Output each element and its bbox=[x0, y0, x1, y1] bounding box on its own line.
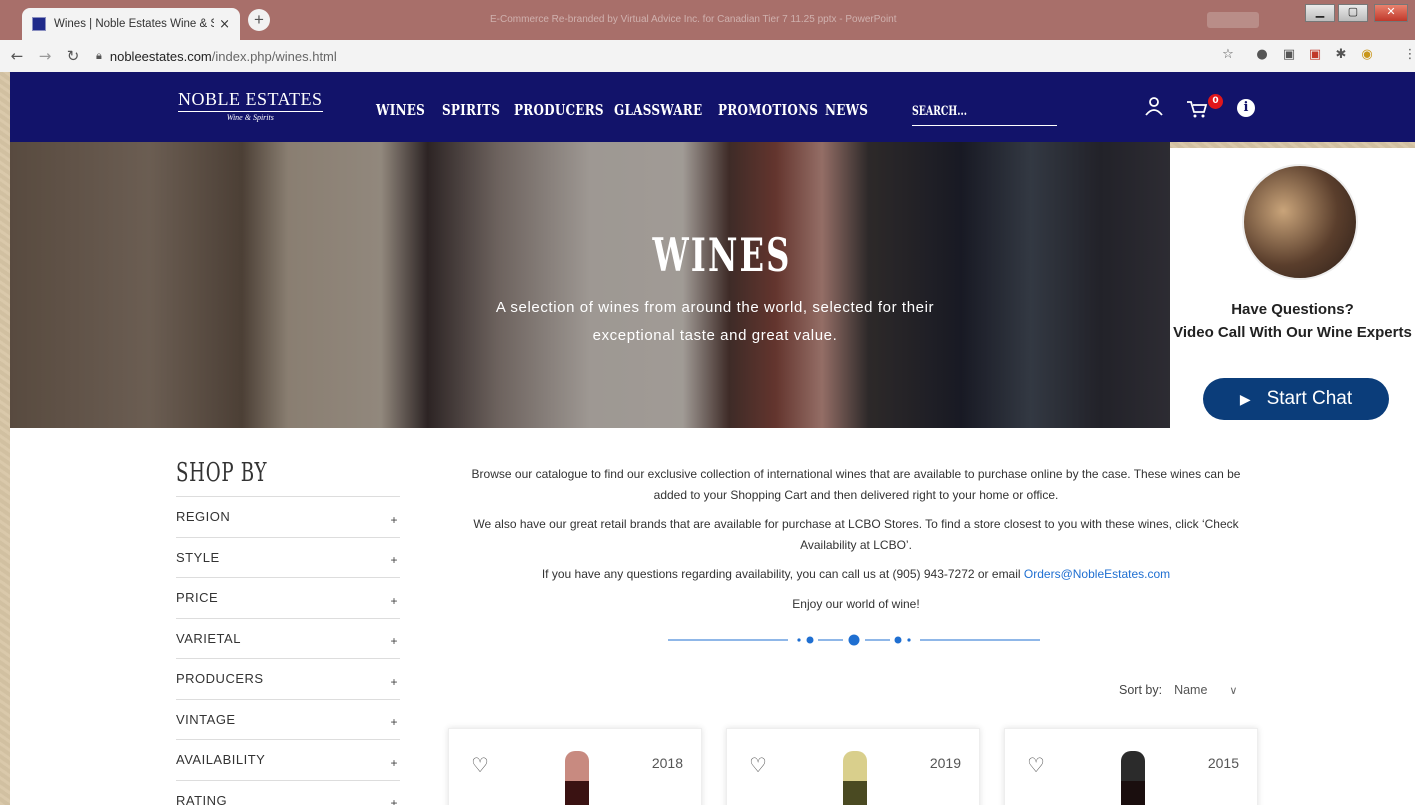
filter-list: REGION + STYLE + PRICE + VARIETAL + PRODUCER… bbox=[176, 496, 400, 805]
nav-glassware[interactable]: GLASSWARE bbox=[614, 101, 702, 119]
favicon-icon bbox=[32, 17, 46, 31]
intro-paragraph: Browse our catalogue to find our exclusi… bbox=[471, 467, 1241, 502]
expand-icon: + bbox=[390, 715, 398, 730]
expand-icon: + bbox=[390, 634, 398, 649]
forward-icon[interactable]: → bbox=[34, 47, 56, 65]
address-bar-row: ← → ↻ 🔒︎ nobleestates.com/index.php/wine… bbox=[0, 40, 1415, 72]
lock-icon[interactable]: 🔒︎ bbox=[96, 49, 102, 63]
intro-paragraph: We also have our great retail brands tha… bbox=[473, 517, 1239, 552]
intro-text: Browse our catalogue to find our exclusi… bbox=[456, 464, 1256, 623]
wine-bottle-image[interactable] bbox=[565, 751, 589, 805]
product-card[interactable]: ♡ 2015 bbox=[1004, 728, 1258, 805]
filter-rating[interactable]: RATING + bbox=[176, 779, 400, 805]
nav-promotions[interactable]: PROMOTIONS bbox=[718, 101, 818, 119]
url-field[interactable]: nobleestates.com/index.php/wines.html bbox=[110, 49, 337, 64]
contact-paragraph: If you have any questions regarding avai… bbox=[541, 567, 1171, 581]
hero-overlay bbox=[10, 142, 1170, 428]
nav-spirits[interactable]: SPIRITS bbox=[442, 101, 500, 119]
star-icon[interactable]: ☆ bbox=[1220, 47, 1236, 63]
expand-icon: + bbox=[390, 553, 398, 568]
minimize-button[interactable]: ▁ bbox=[1305, 4, 1335, 22]
wine-bottle-image[interactable] bbox=[843, 751, 867, 805]
cart-icon[interactable] bbox=[1186, 100, 1208, 123]
hero-subtitle: A selection of wines from around the wor… bbox=[495, 299, 935, 344]
window-title: E-Commerce Re-branded by Virtual Advice … bbox=[490, 14, 897, 25]
start-chat-button[interactable]: ▶ Start Chat bbox=[1203, 378, 1389, 420]
nav-wines[interactable]: WINES bbox=[376, 101, 429, 119]
filter-style[interactable]: STYLE + bbox=[176, 536, 400, 578]
new-tab-button[interactable]: + bbox=[248, 9, 270, 31]
tab-title: Wines | Noble Estates Wine & Sp bbox=[54, 18, 214, 30]
product-card[interactable]: ♡ 2019 bbox=[726, 728, 980, 805]
vintage-year: 2015 bbox=[1207, 755, 1239, 771]
product-card[interactable]: ♡ 2018 bbox=[448, 728, 702, 805]
intro-tagline: Enjoy our world of wine! bbox=[792, 596, 920, 611]
main-nav: WINES SPIRITS PRODUCERS GLASSWARE PROMOT… bbox=[376, 101, 875, 119]
filter-price[interactable]: PRICE + bbox=[176, 577, 400, 618]
filter-producers[interactable]: PRODUCERS + bbox=[176, 658, 400, 699]
expand-icon: + bbox=[390, 512, 398, 527]
expert-avatar bbox=[1242, 164, 1358, 280]
ornament-divider bbox=[668, 634, 1040, 646]
extension-shield-icon[interactable]: ▣ bbox=[1307, 47, 1323, 63]
extension-g-icon[interactable]: ▣ bbox=[1281, 47, 1297, 63]
reload-icon[interactable]: ↻ bbox=[62, 47, 84, 65]
main-content: SHOP BY REGION + STYLE + PRICE + VARIETAL + … bbox=[10, 428, 1415, 805]
close-window-button[interactable]: ✕ bbox=[1374, 4, 1408, 22]
nav-producers[interactable]: PRODUCERS bbox=[514, 101, 604, 119]
chat-widget: Have Questions? Video Call With Our Wine… bbox=[1170, 148, 1415, 428]
wishlist-heart-icon[interactable]: ♡ bbox=[1027, 753, 1045, 777]
sort-value[interactable]: Name bbox=[1174, 683, 1207, 697]
sort-control[interactable]: Sort by: Name ∨ bbox=[1119, 683, 1237, 697]
search-input[interactable] bbox=[912, 104, 1042, 119]
filter-vintage[interactable]: VINTAGE + bbox=[176, 698, 400, 740]
play-icon: ▶ bbox=[1239, 390, 1251, 407]
menu-icon[interactable]: ⋮ bbox=[1402, 47, 1415, 63]
puzzle-icon[interactable]: ✱ bbox=[1333, 47, 1349, 63]
hero-title: WINES bbox=[652, 228, 792, 282]
email-link[interactable]: Orders@NobleEstates.com bbox=[1024, 567, 1170, 581]
profile-button[interactable] bbox=[1207, 12, 1259, 28]
wishlist-heart-icon[interactable]: ♡ bbox=[471, 753, 489, 777]
cart-count-badge: 0 bbox=[1208, 94, 1223, 109]
filter-region[interactable]: REGION + bbox=[176, 496, 400, 537]
expand-icon: + bbox=[390, 674, 398, 689]
site-logo[interactable]: NOBLE ESTATES Wine & Spirits bbox=[178, 89, 323, 122]
extension-circle-icon[interactable]: ● bbox=[1254, 47, 1270, 63]
expand-icon: + bbox=[390, 593, 398, 608]
filter-varietal[interactable]: VARIETAL + bbox=[176, 617, 400, 659]
chevron-down-icon[interactable]: ∨ bbox=[1229, 684, 1237, 697]
close-tab-icon[interactable]: × bbox=[219, 17, 230, 32]
back-icon[interactable]: ← bbox=[6, 47, 28, 65]
vintage-year: 2018 bbox=[651, 755, 683, 771]
extension-badge-icon[interactable]: ◉ bbox=[1359, 47, 1375, 63]
maximize-button[interactable]: ▢ bbox=[1338, 4, 1368, 22]
wine-bottle-image[interactable] bbox=[1121, 751, 1145, 805]
sort-label: Sort by: bbox=[1119, 683, 1163, 697]
info-icon[interactable]: i bbox=[1237, 99, 1255, 117]
site-header: NOBLE ESTATES Wine & Spirits WINES SPIRI… bbox=[10, 72, 1415, 142]
shop-by-title: SHOP BY bbox=[176, 458, 268, 488]
account-icon[interactable] bbox=[1144, 96, 1164, 121]
hero-banner: WINES A selection of wines from around t… bbox=[10, 142, 1170, 428]
expand-icon: + bbox=[390, 755, 398, 770]
chat-title: Have Questions? Video Call With Our Wine… bbox=[1173, 301, 1412, 341]
browser-titlebar: Wines | Noble Estates Wine & Sp × + E-Co… bbox=[0, 0, 1415, 40]
expand-icon: + bbox=[390, 796, 398, 805]
wishlist-heart-icon[interactable]: ♡ bbox=[749, 753, 767, 777]
nav-news[interactable]: NEWS bbox=[825, 101, 868, 119]
vintage-year: 2019 bbox=[929, 755, 961, 771]
filter-availability[interactable]: AVAILABILITY + bbox=[176, 739, 400, 780]
browser-tab[interactable]: Wines | Noble Estates Wine & Sp × bbox=[22, 8, 240, 40]
search-field bbox=[912, 98, 1057, 126]
